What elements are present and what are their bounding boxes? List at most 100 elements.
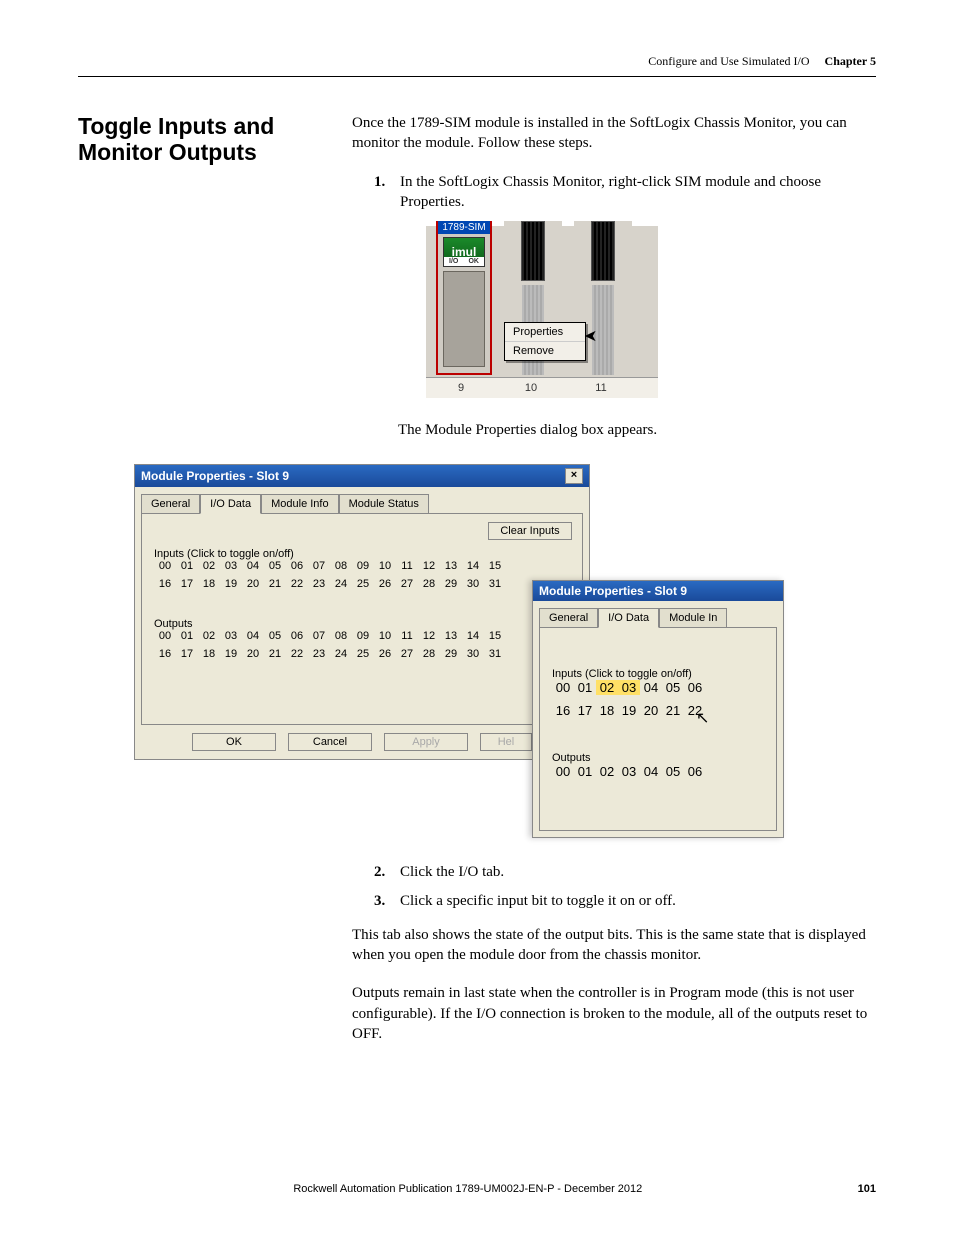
bit-04[interactable]: 04 [640,764,662,779]
bit-22[interactable]: 22 [286,648,308,660]
bit-30[interactable]: 30 [462,578,484,590]
bit-26[interactable]: 26 [374,578,396,590]
help-button[interactable]: Hel [480,733,532,751]
bit-03[interactable]: 03 [220,560,242,572]
menu-item-properties[interactable]: Properties [505,323,585,342]
bit-31[interactable]: 31 [484,648,506,660]
bit-00[interactable]: 00 [154,560,176,572]
bit-20[interactable]: 20 [242,648,264,660]
bit-24[interactable]: 24 [330,578,352,590]
bit-09[interactable]: 09 [352,560,374,572]
tab-module-status[interactable]: Module Status [339,494,429,514]
bit-06[interactable]: 06 [684,764,706,779]
inputs-zoom-row1[interactable]: 00010203040506 [552,680,764,695]
bit-19[interactable]: 19 [220,578,242,590]
bit-10[interactable]: 10 [374,560,396,572]
bit-18[interactable]: 18 [198,648,220,660]
bit-22[interactable]: 22 [286,578,308,590]
bit-16[interactable]: 16 [154,648,176,660]
bit-04[interactable]: 04 [640,680,662,695]
bit-12[interactable]: 12 [418,630,440,642]
inputs-zoom-row2[interactable]: 16171819202122 [552,703,764,718]
bit-11[interactable]: 11 [396,560,418,572]
bit-19[interactable]: 19 [618,703,640,718]
bit-02[interactable]: 02 [596,764,618,779]
bit-30[interactable]: 30 [462,648,484,660]
bit-28[interactable]: 28 [418,648,440,660]
bit-06[interactable]: 06 [286,560,308,572]
bit-00[interactable]: 00 [552,764,574,779]
bit-25[interactable]: 25 [352,648,374,660]
dialog-title-bar[interactable]: Module Properties - Slot 9 × [135,465,589,487]
apply-button[interactable]: Apply [384,733,468,751]
dialog2-title-bar[interactable]: Module Properties - Slot 9 [533,581,783,601]
bit-16[interactable]: 16 [552,703,574,718]
bit-04[interactable]: 04 [242,560,264,572]
bit-20[interactable]: 20 [242,578,264,590]
bit-23[interactable]: 23 [308,578,330,590]
ok-button[interactable]: OK [192,733,276,751]
bit-01[interactable]: 01 [574,680,596,695]
tab-module-info[interactable]: Module Info [261,494,338,514]
bit-21[interactable]: 21 [264,578,286,590]
bit-03[interactable]: 03 [220,630,242,642]
bit-05[interactable]: 05 [662,680,684,695]
bit-16[interactable]: 16 [154,578,176,590]
inputs-row-0-15[interactable]: 00010203040506070809101112131415 [154,560,570,572]
bit-27[interactable]: 27 [396,648,418,660]
bit-00[interactable]: 00 [552,680,574,695]
bit-17[interactable]: 17 [176,578,198,590]
clear-inputs-button[interactable]: Clear Inputs [488,522,572,540]
bit-18[interactable]: 18 [198,578,220,590]
bit-20[interactable]: 20 [640,703,662,718]
bit-29[interactable]: 29 [440,648,462,660]
bit-01[interactable]: 01 [574,764,596,779]
tab-io-data[interactable]: I/O Data [200,494,261,514]
bit-18[interactable]: 18 [596,703,618,718]
bit-05[interactable]: 05 [264,630,286,642]
bit-27[interactable]: 27 [396,578,418,590]
bit-11[interactable]: 11 [396,630,418,642]
bit-02[interactable]: 02 [198,560,220,572]
tab2-general[interactable]: General [539,608,598,628]
bit-05[interactable]: 05 [662,764,684,779]
bit-17[interactable]: 17 [574,703,596,718]
bit-10[interactable]: 10 [374,630,396,642]
sim-module-slot[interactable]: 1789-SIM imul I/O OK [436,221,492,375]
bit-03[interactable]: 03 [618,764,640,779]
bit-04[interactable]: 04 [242,630,264,642]
bit-01[interactable]: 01 [176,560,198,572]
bit-08[interactable]: 08 [330,560,352,572]
bit-06[interactable]: 06 [286,630,308,642]
bit-01[interactable]: 01 [176,630,198,642]
bit-12[interactable]: 12 [418,560,440,572]
bit-02[interactable]: 02 [596,680,618,695]
bit-00[interactable]: 00 [154,630,176,642]
bit-29[interactable]: 29 [440,578,462,590]
bit-07[interactable]: 07 [308,560,330,572]
bit-15[interactable]: 15 [484,630,506,642]
bit-24[interactable]: 24 [330,648,352,660]
cancel-button[interactable]: Cancel [288,733,372,751]
bit-21[interactable]: 21 [662,703,684,718]
bit-06[interactable]: 06 [684,680,706,695]
bit-31[interactable]: 31 [484,578,506,590]
bit-23[interactable]: 23 [308,648,330,660]
bit-02[interactable]: 02 [198,630,220,642]
bit-14[interactable]: 14 [462,630,484,642]
bit-08[interactable]: 08 [330,630,352,642]
bit-09[interactable]: 09 [352,630,374,642]
tab2-io-data[interactable]: I/O Data [598,608,659,628]
bit-19[interactable]: 19 [220,648,242,660]
bit-26[interactable]: 26 [374,648,396,660]
bit-15[interactable]: 15 [484,560,506,572]
menu-item-remove[interactable]: Remove [505,342,585,360]
bit-03[interactable]: 03 [618,680,640,695]
bit-13[interactable]: 13 [440,560,462,572]
bit-17[interactable]: 17 [176,648,198,660]
bit-21[interactable]: 21 [264,648,286,660]
bit-07[interactable]: 07 [308,630,330,642]
bit-13[interactable]: 13 [440,630,462,642]
bit-25[interactable]: 25 [352,578,374,590]
bit-05[interactable]: 05 [264,560,286,572]
